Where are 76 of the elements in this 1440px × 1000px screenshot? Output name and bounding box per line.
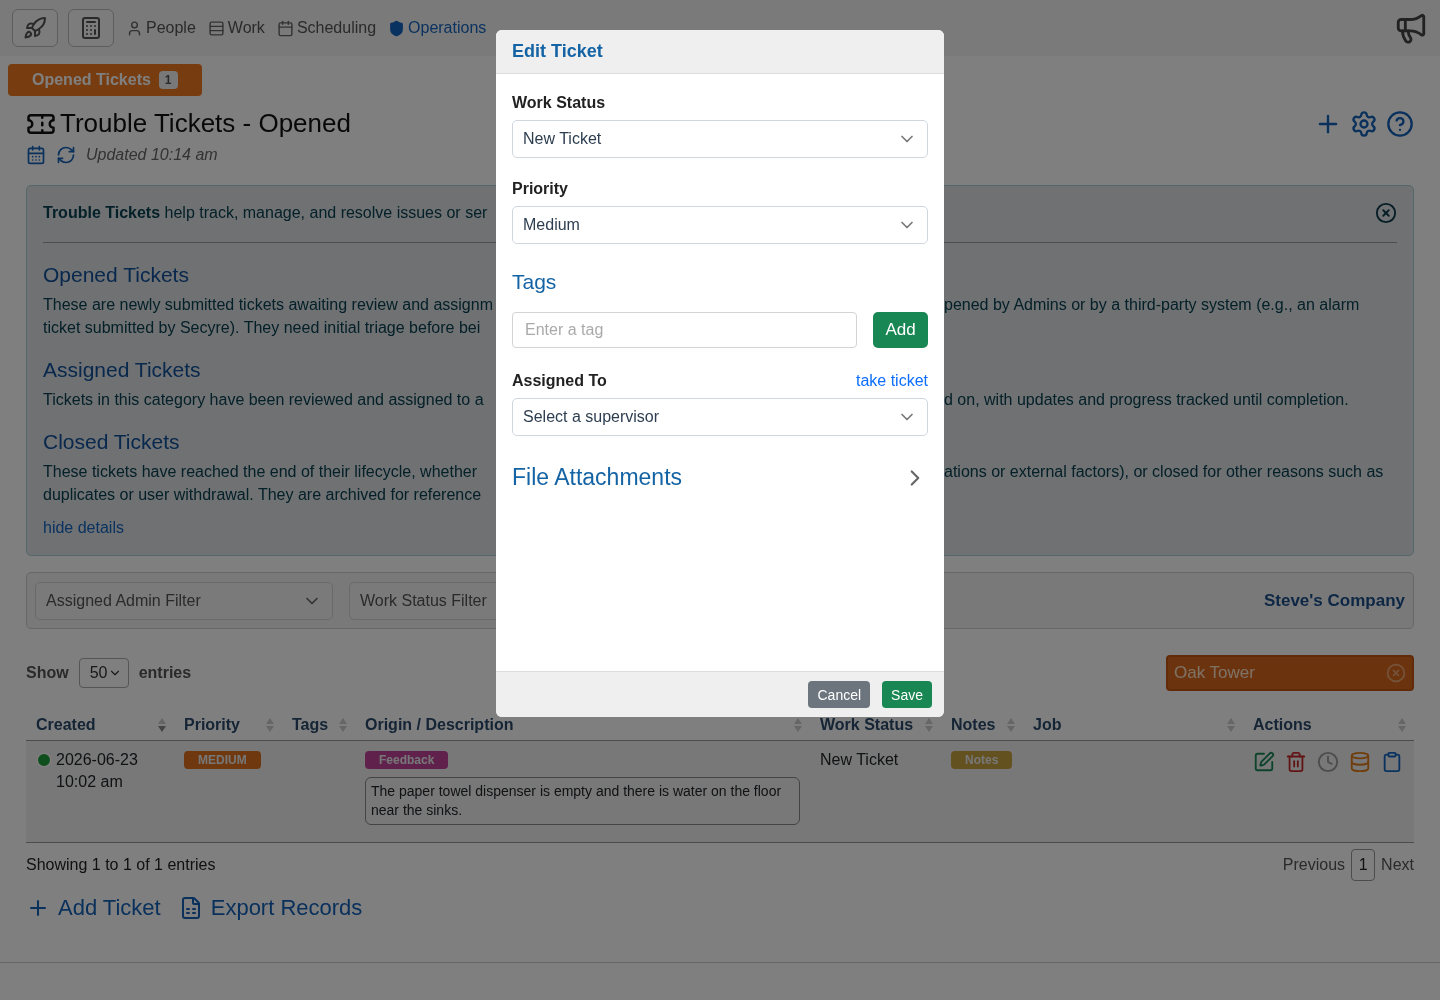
work-status-select[interactable]: New Ticket [512, 120, 928, 158]
section-heading: Opened Tickets [43, 263, 189, 287]
page-title: Trouble Tickets - Opened [60, 108, 351, 139]
description-text: ations or external factors), or closed for other reasons such as [944, 463, 1384, 480]
show-label: Show [26, 664, 69, 682]
opened-tickets-tab[interactable]: Opened Tickets 1 [8, 64, 202, 96]
database-icon[interactable] [1349, 751, 1371, 773]
play-icon[interactable] [36, 752, 52, 768]
description-text: ticket submitted by Secyre). They need initial triage before bei [43, 319, 481, 336]
tags-heading: Tags [512, 270, 558, 294]
sort-icon[interactable] [925, 716, 933, 733]
location-chip[interactable]: Oak Tower [1166, 655, 1414, 691]
person-icon [126, 19, 143, 37]
rows-icon [207, 19, 225, 37]
description-text: The paper towel dispenser is empty and there is water on the floor near the sinks. [365, 777, 800, 825]
company-name: Steve's Company [1263, 590, 1405, 611]
close-icon[interactable] [1375, 202, 1397, 224]
description-text: duplicates or user withdrawal. They are archived for reference [43, 486, 482, 503]
intro-text: Trouble Tickets help track, manage, and resolve issues or ser [43, 204, 488, 222]
next-link[interactable]: Next [1381, 856, 1414, 874]
action-link[interactable]: Add Ticket [26, 895, 161, 921]
page-number[interactable]: 1 [1351, 849, 1376, 881]
dialog-title: Edit Ticket [512, 41, 603, 62]
section-heading: Closed Tickets [43, 430, 180, 454]
cancel-button[interactable]: Cancel [808, 681, 871, 708]
description-text: Tickets in this category have been reviewed and assigned to a [43, 391, 484, 408]
tag-input[interactable]: Enter a tag [512, 312, 857, 348]
updated-time: Updated 10:14 am [86, 146, 218, 164]
take-ticket-link[interactable]: take ticket [855, 372, 928, 390]
calculator-button[interactable] [68, 9, 114, 47]
field-label: Assigned To [512, 372, 607, 390]
supervisor-select[interactable]: Select a supervisor [512, 398, 928, 436]
nav-item[interactable]: People [126, 19, 196, 37]
description-text: d on, with updates and progress tracked until completion. [944, 391, 1349, 408]
count-badge: 1 [158, 71, 178, 89]
calculator-icon [79, 16, 103, 40]
admin-filter-select[interactable]: Assigned Admin Filter [35, 581, 333, 620]
work-status-text: New Ticket [820, 751, 900, 769]
priority-select[interactable]: Medium [512, 206, 928, 244]
rocket-icon [23, 16, 47, 40]
priority-badge: MEDIUM [184, 751, 261, 769]
nav-item[interactable]: Operations [388, 19, 487, 37]
add-button[interactable]: Add [873, 312, 928, 348]
nav-item[interactable]: Work [207, 19, 265, 37]
sort-icon[interactable] [794, 716, 802, 733]
section-heading: Assigned Tickets [43, 358, 201, 382]
entries-summary: Showing 1 to 1 of 1 entries [26, 856, 216, 874]
rocket-button[interactable] [12, 9, 58, 47]
action-link[interactable]: Export Records [178, 895, 363, 921]
description-text: These tickets have reached the end of their lifecycle, whether [43, 463, 477, 480]
trash-icon[interactable] [1285, 751, 1307, 773]
settings-icon[interactable] [1350, 109, 1378, 138]
previous-link[interactable]: Previous [1282, 856, 1346, 874]
refresh-icon[interactable] [56, 145, 76, 165]
clipboard-icon[interactable] [1381, 751, 1403, 773]
file-attachments-toggle[interactable]: File Attachments [512, 464, 928, 491]
entries-select[interactable]: 50 [78, 658, 129, 688]
origin-badge: Feedback [365, 751, 449, 769]
nav-item[interactable]: Scheduling [276, 19, 377, 37]
sort-icon[interactable] [158, 716, 166, 733]
description-text: pened by Admins or by a third-party system (e.g., an alarm [944, 296, 1360, 313]
field-label: Priority [512, 180, 569, 198]
created-date: 2026-06-23 [56, 751, 138, 769]
entries-label: entries [138, 664, 192, 682]
help-icon[interactable] [1386, 109, 1414, 138]
calendar-icon [276, 19, 294, 37]
description-text: These are newly submitted tickets awaiting review and assignm [43, 296, 493, 313]
save-button[interactable]: Save [882, 681, 932, 708]
edit-icon[interactable] [1253, 751, 1275, 773]
shield-icon [388, 19, 406, 37]
calendar-icon[interactable] [26, 145, 46, 165]
created-time: 10:02 am [56, 773, 124, 791]
clock-icon[interactable] [1317, 751, 1339, 773]
megaphone-icon[interactable] [1394, 11, 1428, 45]
field-label: Work Status [512, 94, 607, 112]
hide-details-link[interactable]: hide details [43, 519, 124, 537]
